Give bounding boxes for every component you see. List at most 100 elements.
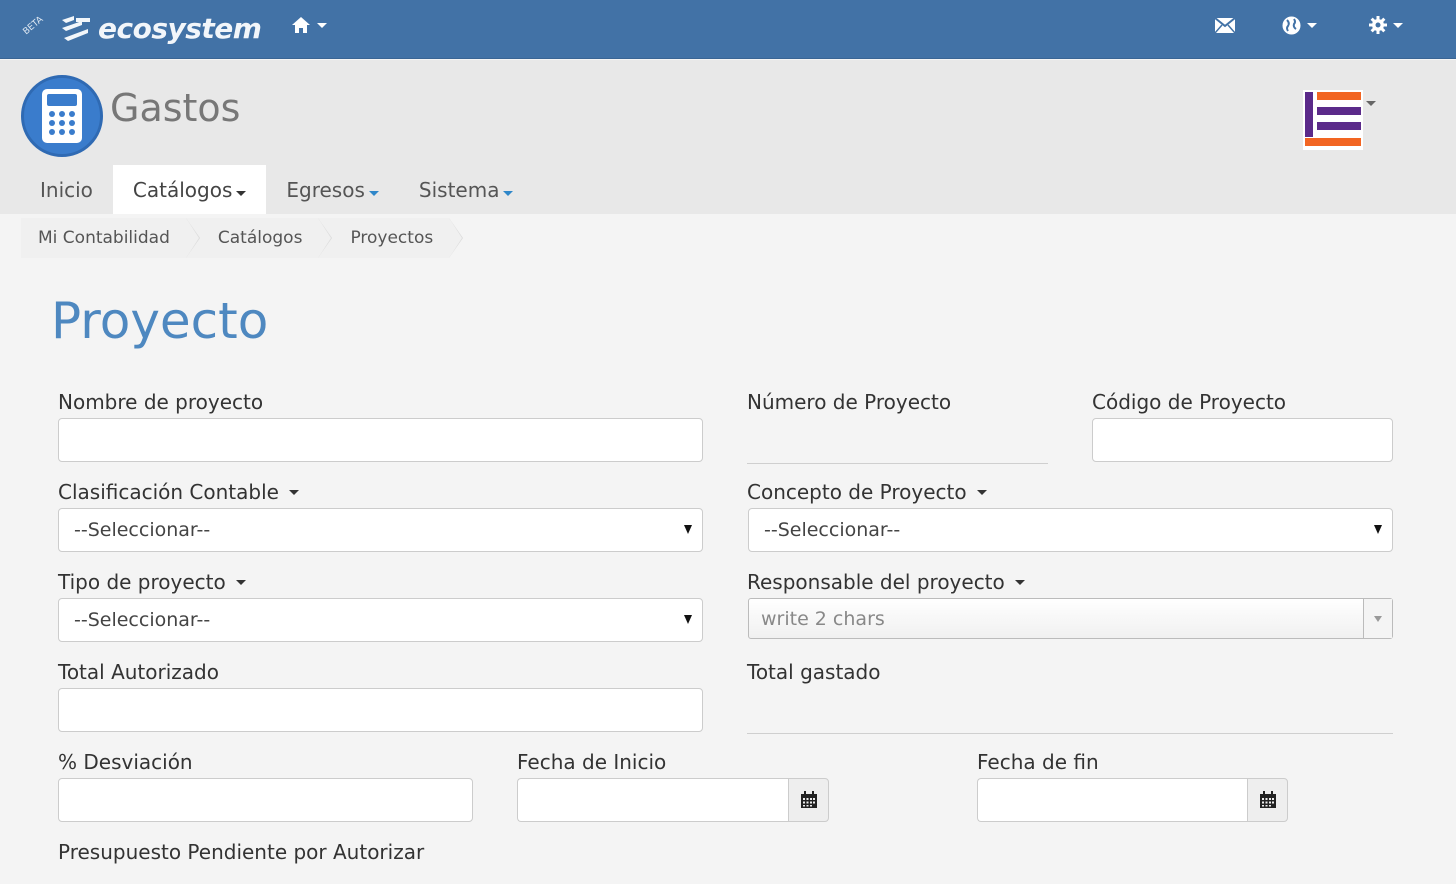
chevron-down-icon: [1393, 22, 1403, 28]
select-value: --Seleccionar--: [74, 519, 211, 541]
label-text: Nombre de proyecto: [58, 390, 264, 414]
calendar-icon: [1259, 791, 1276, 808]
chevron-down-icon: [503, 191, 514, 196]
home-icon: [292, 17, 310, 33]
breadcrumb-label: Proyectos: [350, 228, 434, 248]
main-tabs: Inicio Catálogos Egresos Sistema: [20, 165, 533, 214]
chevron-down-icon: [317, 22, 327, 28]
label-text: Total Autorizado: [58, 660, 219, 684]
chevron-down-icon: [368, 191, 379, 196]
breadcrumb-separator: [185, 218, 199, 258]
tab-egresos[interactable]: Egresos: [266, 165, 399, 214]
nombre-proyecto-input[interactable]: [58, 418, 703, 462]
mail-button[interactable]: [1215, 18, 1235, 33]
tab-label: Egresos: [286, 177, 365, 202]
concepto-select[interactable]: --Seleccionar--: [748, 508, 1393, 552]
responsable-label[interactable]: Responsable del proyecto: [747, 570, 1025, 594]
breadcrumb: Mi Contabilidad Catálogos Proyectos: [21, 218, 464, 258]
gear-icon: [1369, 16, 1387, 34]
tipo-label[interactable]: Tipo de proyecto: [58, 570, 246, 594]
numero-proyecto-value: [747, 463, 1048, 464]
chevron-down-icon[interactable]: [1366, 101, 1376, 106]
tipo-select[interactable]: --Seleccionar--: [58, 598, 703, 642]
company-logo[interactable]: [1303, 90, 1363, 150]
clasificacion-select[interactable]: --Seleccionar--: [58, 508, 703, 552]
tab-label: Sistema: [418, 177, 500, 202]
tab-catalogos[interactable]: Catálogos: [112, 165, 267, 214]
responsable-combobox[interactable]: write 2 chars: [748, 598, 1393, 639]
chevron-down-icon[interactable]: [1014, 579, 1025, 585]
globe-icon: [1282, 16, 1301, 35]
label-text: Código de Proyecto: [1092, 390, 1287, 414]
chevron-down-icon: [1307, 23, 1317, 28]
beta-badge: BETA: [21, 14, 46, 38]
label-text: Clasificación Contable: [58, 480, 279, 504]
tab-inicio[interactable]: Inicio: [20, 165, 113, 214]
label-text: Número de Proyecto: [747, 390, 952, 414]
codigo-proyecto-input[interactable]: [1092, 418, 1393, 462]
fecha-fin-calendar-button[interactable]: [1247, 778, 1288, 822]
tab-label: Inicio: [40, 177, 93, 202]
language-menu[interactable]: [1282, 16, 1317, 35]
label-text: Responsable del proyecto: [747, 570, 1005, 594]
ecosystem-logo[interactable]: ecosystem: [60, 12, 262, 45]
dropdown-arrow-icon: [684, 615, 692, 624]
combobox-placeholder: write 2 chars: [761, 607, 885, 630]
calendar-icon: [800, 791, 817, 808]
ecosystem-logo-icon: [62, 15, 90, 41]
breadcrumb-item[interactable]: Catálogos: [185, 218, 333, 258]
logo-text: ecosystem: [98, 12, 262, 45]
total-autorizado-input[interactable]: [58, 688, 703, 732]
label-text: % Desviación: [58, 750, 193, 774]
select-value: --Seleccionar--: [764, 519, 901, 541]
label-text: Fecha de fin: [977, 750, 1099, 774]
breadcrumb-label: Mi Contabilidad: [38, 228, 170, 248]
total-autorizado-label: Total Autorizado: [58, 660, 219, 684]
breadcrumb-separator: [449, 218, 463, 258]
fecha-fin-datepicker: [977, 778, 1288, 822]
nombre-label: Nombre de proyecto: [58, 390, 263, 414]
calculator-icon: [21, 75, 103, 157]
chevron-down-icon[interactable]: [288, 489, 299, 495]
label-text: Concepto de Proyecto: [747, 480, 967, 504]
clasificacion-label[interactable]: Clasificación Contable: [58, 480, 299, 504]
presupuesto-pendiente-label: Presupuesto Pendiente por Autorizar: [58, 840, 424, 864]
label-text: Total gastado: [747, 660, 881, 684]
breadcrumb-separator: [318, 218, 332, 258]
chevron-down-icon[interactable]: [976, 489, 987, 495]
fecha-inicio-calendar-button[interactable]: [788, 778, 829, 822]
top-navbar: BETA ecosystem: [0, 0, 1456, 59]
desviacion-label: % Desviación: [58, 750, 193, 774]
dropdown-arrow-icon: [1374, 525, 1382, 534]
total-gastado-label: Total gastado: [747, 660, 880, 684]
app-title: Gastos: [110, 86, 241, 130]
dropdown-arrow-icon: [684, 525, 692, 534]
numero-label: Número de Proyecto: [747, 390, 951, 414]
label-text: Presupuesto Pendiente por Autorizar: [58, 840, 425, 864]
mail-icon: [1215, 18, 1235, 33]
select-value: --Seleccionar--: [74, 609, 211, 631]
label-text: Fecha de Inicio: [517, 750, 667, 774]
fecha-inicio-input[interactable]: [517, 778, 788, 822]
fecha-fin-input[interactable]: [977, 778, 1247, 822]
fecha-inicio-label: Fecha de Inicio: [517, 750, 666, 774]
fecha-inicio-datepicker: [517, 778, 829, 822]
combobox-toggle[interactable]: [1363, 599, 1392, 638]
total-gastado-value: [747, 733, 1393, 734]
label-text: Tipo de proyecto: [58, 570, 226, 594]
home-menu[interactable]: [291, 16, 327, 34]
tab-label: Catálogos: [132, 177, 233, 202]
chevron-down-icon[interactable]: [235, 579, 246, 585]
tab-sistema[interactable]: Sistema: [399, 165, 534, 214]
codigo-label: Código de Proyecto: [1092, 390, 1286, 414]
settings-menu[interactable]: [1369, 16, 1403, 34]
page-title: Proyecto: [51, 292, 269, 350]
breadcrumb-label: Catálogos: [217, 228, 303, 248]
concepto-label[interactable]: Concepto de Proyecto: [747, 480, 987, 504]
breadcrumb-item[interactable]: Mi Contabilidad: [21, 218, 200, 258]
desviacion-input[interactable]: [58, 778, 473, 822]
breadcrumb-item[interactable]: Proyectos: [318, 218, 464, 258]
fecha-fin-label: Fecha de fin: [977, 750, 1099, 774]
app-header: Gastos Inicio Catálogos Egresos Sistema: [0, 60, 1456, 214]
chevron-down-icon: [236, 191, 247, 196]
